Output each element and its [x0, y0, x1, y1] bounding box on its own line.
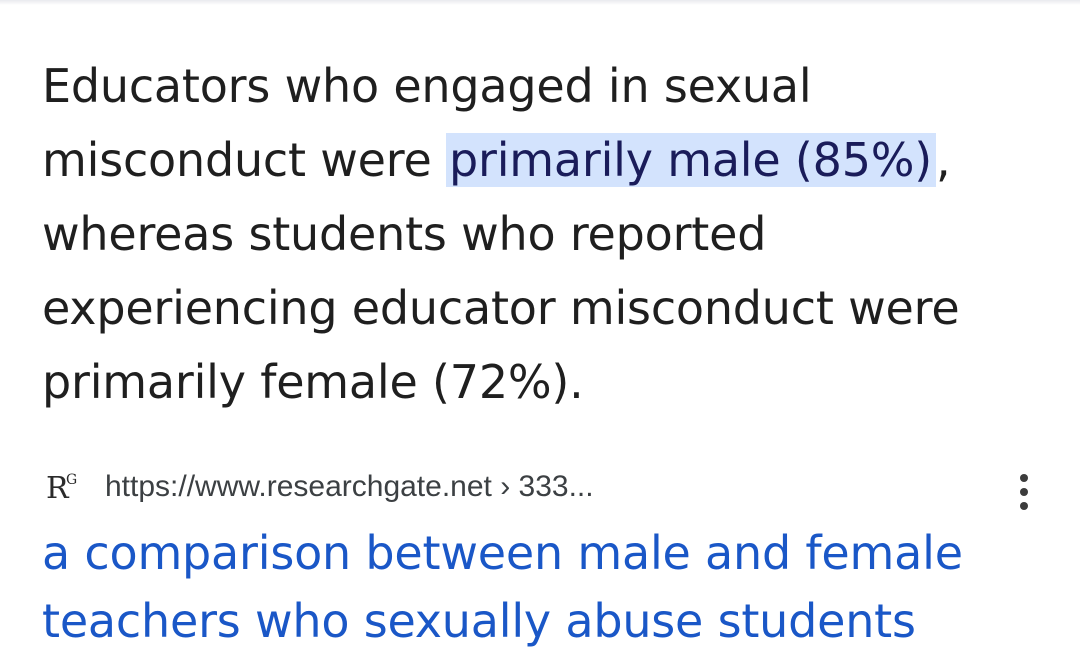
source-url[interactable]: https://www.researchgate.net › 333... [105, 468, 594, 506]
more-options-button[interactable] [1006, 468, 1042, 516]
more-vert-icon-dot [1020, 488, 1028, 496]
favicon-superscript: G [66, 472, 78, 488]
answer-snippet: Educators who engaged in sexual miscondu… [42, 49, 1032, 419]
snippet-highlight: primarily male (85%) [446, 133, 937, 187]
result-title-link[interactable]: a comparison between male and female tea… [42, 519, 1042, 655]
source-row[interactable]: R G https://www.researchgate.net › 333..… [46, 468, 1046, 510]
more-vert-icon-dot [1020, 502, 1028, 510]
researchgate-favicon-icon: R G [46, 472, 86, 506]
more-vert-icon [1020, 474, 1028, 482]
top-divider [0, 0, 1080, 5]
